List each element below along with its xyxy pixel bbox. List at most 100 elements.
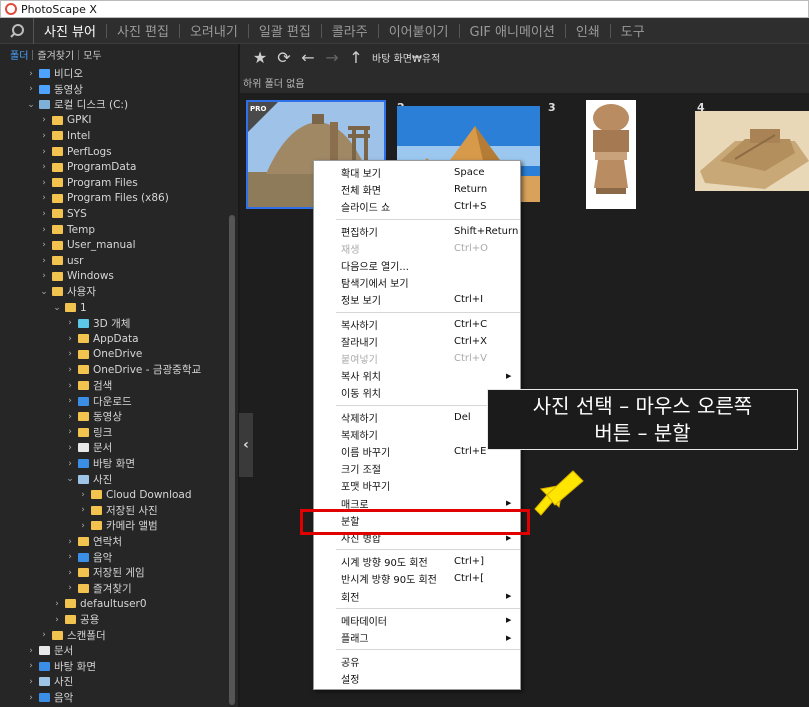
chevron-right-icon[interactable]: ›: [39, 630, 49, 640]
menu-item[interactable]: GIF 애니메이션: [460, 21, 565, 40]
context-menu-item[interactable]: 잘라내기 Ctrl+X: [314, 333, 520, 350]
context-menu-item[interactable]: 정보 보기 Ctrl+I: [314, 291, 520, 308]
context-menu-item[interactable]: 공유: [314, 653, 520, 670]
tree-item[interactable]: › 음악: [26, 690, 73, 705]
context-menu-item[interactable]: 포맷 바꾸기: [314, 477, 520, 494]
tree-item[interactable]: › ProgramData: [39, 160, 136, 175]
tree-item[interactable]: › 사진: [26, 674, 73, 689]
tree-item[interactable]: › Intel: [39, 128, 90, 143]
chevron-right-icon[interactable]: ›: [65, 381, 75, 391]
context-menu-item[interactable]: 편집하기 Shift+Return: [314, 223, 520, 240]
context-menu-item[interactable]: 복사하기 Ctrl+C: [314, 316, 520, 333]
up-arrow-icon[interactable]: ↑: [344, 47, 368, 69]
tree-item[interactable]: › OneDrive - 금광중학교: [65, 362, 201, 377]
menu-item[interactable]: 도구: [611, 21, 655, 40]
tree-item[interactable]: › 즐겨찾기: [65, 581, 131, 596]
tree-item[interactable]: ⌄ 사용자: [39, 284, 96, 299]
chevron-right-icon[interactable]: ›: [39, 240, 49, 250]
tree-item[interactable]: › 다운로드: [65, 394, 131, 409]
collapse-panel-button[interactable]: ‹: [239, 413, 253, 477]
tree-item[interactable]: › AppData: [65, 331, 138, 346]
context-menu-item[interactable]: 반시계 방향 90도 회전 Ctrl+[: [314, 570, 520, 587]
context-menu-item[interactable]: 플래그 ▶: [314, 629, 520, 646]
chevron-right-icon[interactable]: ›: [65, 427, 75, 437]
chevron-right-icon[interactable]: ›: [39, 147, 49, 157]
tree-item[interactable]: › 검색: [65, 378, 112, 393]
tree-item[interactable]: › 바탕 화면: [65, 456, 135, 471]
chevron-down-icon[interactable]: ⌄: [26, 100, 36, 110]
tree-item[interactable]: ⌄ 1: [52, 300, 86, 315]
chevron-right-icon[interactable]: ›: [39, 193, 49, 203]
tree-item[interactable]: › 3D 개체: [65, 316, 130, 331]
tree-item[interactable]: › Cloud Download: [78, 487, 191, 502]
tree-item[interactable]: ⌄ 로컬 디스크 (C:): [26, 97, 128, 112]
tree-item[interactable]: › 비디오: [26, 66, 83, 81]
chevron-right-icon[interactable]: ›: [78, 505, 88, 515]
chevron-right-icon[interactable]: ›: [39, 271, 49, 281]
context-menu-item[interactable]: 메타데이터 ▶: [314, 612, 520, 629]
tree-item[interactable]: › 카메라 앨범: [78, 518, 157, 533]
tree-item[interactable]: › 링크: [65, 425, 112, 440]
chevron-right-icon[interactable]: ›: [39, 256, 49, 266]
chevron-down-icon[interactable]: ⌄: [52, 303, 62, 313]
chevron-right-icon[interactable]: ›: [65, 349, 75, 359]
tree-item[interactable]: › PerfLogs: [39, 144, 111, 159]
chevron-right-icon[interactable]: ›: [52, 599, 62, 609]
tree-item[interactable]: › OneDrive: [65, 347, 142, 362]
sidebar-scrollbar[interactable]: [228, 65, 236, 707]
chevron-right-icon[interactable]: ›: [26, 646, 36, 656]
chevron-right-icon[interactable]: ›: [65, 583, 75, 593]
tree-item[interactable]: ⌄ 사진: [65, 472, 112, 487]
context-menu-item[interactable]: 복사 위치 ▶: [314, 367, 520, 384]
refresh-icon[interactable]: ⟳: [272, 47, 296, 69]
menu-item[interactable]: 일괄 편집: [249, 21, 321, 40]
scrollbar-thumb[interactable]: [229, 215, 235, 705]
chevron-right-icon[interactable]: ›: [26, 661, 36, 671]
tree-item[interactable]: › 연락처: [65, 534, 122, 549]
menu-item[interactable]: 사진 편집: [107, 21, 179, 40]
forward-arrow-icon[interactable]: →: [320, 47, 344, 69]
back-arrow-icon[interactable]: ←: [296, 47, 320, 69]
chevron-right-icon[interactable]: ›: [65, 552, 75, 562]
context-menu-item[interactable]: 탐색기에서 보기: [314, 274, 520, 291]
chevron-down-icon[interactable]: ⌄: [39, 287, 49, 297]
tree-item[interactable]: › Program Files: [39, 175, 138, 190]
context-menu-item[interactable]: 다음으로 열기...: [314, 257, 520, 274]
tab-favorites[interactable]: 즐겨찾기: [33, 47, 78, 62]
tree-item[interactable]: › 동영상: [65, 409, 122, 424]
tab-folders[interactable]: 폴더: [6, 47, 32, 62]
star-icon[interactable]: ★: [248, 47, 272, 69]
tree-item[interactable]: › 바탕 화면: [26, 659, 96, 674]
tree-item[interactable]: › User_manual: [39, 238, 135, 253]
tree-item[interactable]: › 음악: [65, 550, 112, 565]
chevron-right-icon[interactable]: ›: [26, 84, 36, 94]
chevron-right-icon[interactable]: ›: [65, 334, 75, 344]
home-button[interactable]: [0, 17, 34, 44]
context-menu-item[interactable]: 시계 방향 90도 회전 Ctrl+]: [314, 553, 520, 570]
context-menu-item[interactable]: 슬라이드 쇼 Ctrl+S: [314, 198, 520, 215]
chevron-right-icon[interactable]: ›: [39, 178, 49, 188]
chevron-right-icon[interactable]: ›: [39, 209, 49, 219]
menu-item[interactable]: 오려내기: [180, 21, 248, 40]
chevron-right-icon[interactable]: ›: [78, 490, 88, 500]
chevron-right-icon[interactable]: ›: [78, 521, 88, 531]
tab-all[interactable]: 모두: [79, 47, 105, 62]
chevron-right-icon[interactable]: ›: [39, 225, 49, 235]
tree-item[interactable]: › 스캔폴더: [39, 628, 105, 643]
tree-item[interactable]: › Temp: [39, 222, 95, 237]
menu-item[interactable]: 인쇄: [566, 21, 610, 40]
chevron-right-icon[interactable]: ›: [26, 677, 36, 687]
chevron-right-icon[interactable]: ›: [65, 459, 75, 469]
thumbnail-3[interactable]: [586, 100, 636, 209]
tree-item[interactable]: › 저장된 사진: [78, 503, 157, 518]
chevron-right-icon[interactable]: ›: [65, 365, 75, 375]
chevron-down-icon[interactable]: ⌄: [65, 474, 75, 484]
tree-item[interactable]: › GPKI: [39, 113, 91, 128]
tree-item[interactable]: › 문서: [65, 440, 112, 455]
chevron-right-icon[interactable]: ›: [65, 318, 75, 328]
tree-item[interactable]: › 동영상: [26, 82, 83, 97]
menu-item[interactable]: 콜라주: [322, 21, 378, 40]
tree-item[interactable]: › 저장된 게임: [65, 565, 144, 580]
context-menu-item[interactable]: 회전 ▶: [314, 588, 520, 605]
tree-item[interactable]: › Program Files (x86): [39, 191, 169, 206]
